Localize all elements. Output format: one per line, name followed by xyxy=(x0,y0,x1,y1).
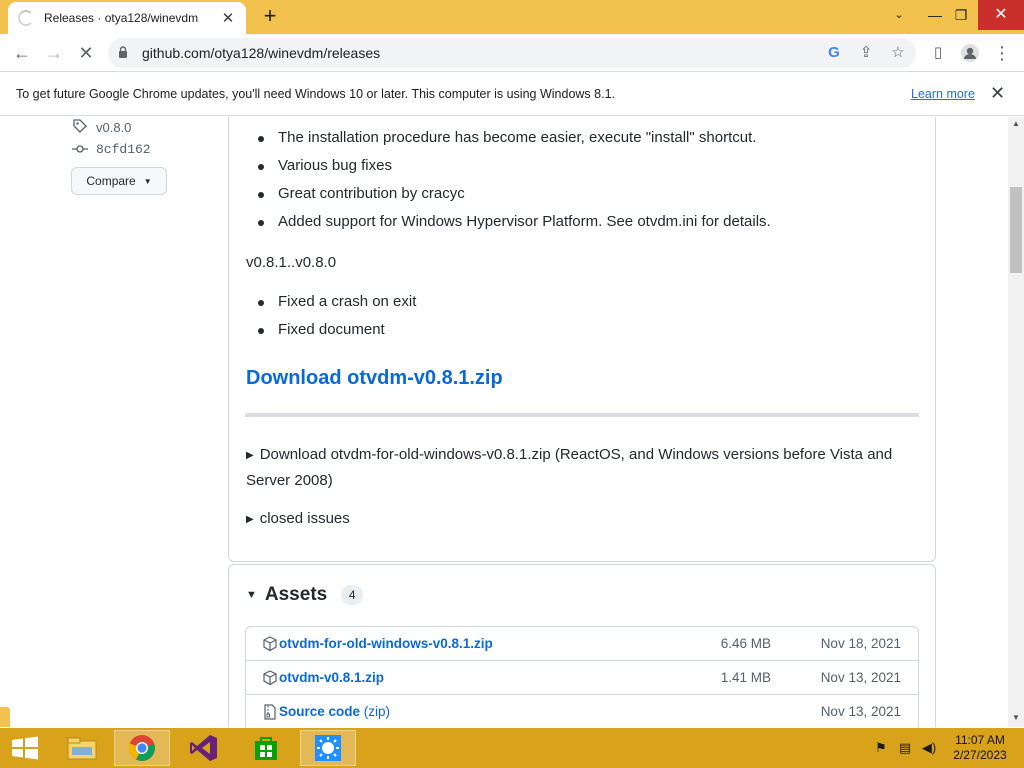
list-item: Great contribution by cracyc xyxy=(258,180,771,208)
learn-more-link[interactable]: Learn more xyxy=(911,87,975,101)
menu-kebab-icon[interactable]: ⋮ xyxy=(988,39,1016,67)
tab-title: Releases · otya128/winevdm xyxy=(44,11,199,25)
assets-title: Assets xyxy=(264,584,328,605)
page-content: v0.8.0 8cfd162 Compare ▼ The installatio… xyxy=(0,117,1008,727)
bookmark-star-icon[interactable]: ☆ xyxy=(888,43,908,63)
tab-close-icon[interactable]: ✕ xyxy=(220,9,236,27)
assets-count-badge: 4 xyxy=(341,585,364,605)
windows-store-icon[interactable] xyxy=(238,730,294,766)
commit-icon xyxy=(72,142,88,157)
list-item: Fixed a crash on exit xyxy=(257,288,416,316)
compare-button[interactable]: Compare ▼ xyxy=(71,167,167,195)
restore-icon[interactable]: ❐ xyxy=(944,0,978,30)
new-tab-icon[interactable]: + xyxy=(258,4,282,28)
triangle-down-icon: ▼ xyxy=(246,589,257,601)
infobar-message: To get future Google Chrome updates, you… xyxy=(16,87,615,101)
old-windows-details[interactable]: ▶ Download otvdm-for-old-windows-v0.8.1.z… xyxy=(246,443,916,493)
table-row[interactable]: otvdm-v0.8.1.zip 1.41 MB Nov 13, 2021 xyxy=(246,661,918,695)
network-icon[interactable]: ▤ xyxy=(896,740,914,756)
list-item: The installation procedure has become ea… xyxy=(258,124,771,152)
package-icon xyxy=(263,636,277,652)
tab-search-icon[interactable]: ⌄ xyxy=(882,0,916,30)
version-range: v0.8.1..v0.8.0 xyxy=(246,254,337,271)
triangle-right-icon: ▶ xyxy=(246,450,254,461)
list-item: Various bug fixes xyxy=(258,152,771,180)
asset-name-main: Source code xyxy=(279,704,361,719)
file-zip-icon xyxy=(264,704,276,720)
table-row[interactable]: Source code (zip) Nov 13, 2021 xyxy=(246,695,918,727)
chrome-icon[interactable] xyxy=(114,730,170,766)
release-notes-list: The installation procedure has become ea… xyxy=(258,124,771,236)
details-summary: Download otvdm-for-old-windows-v0.8.1.zi… xyxy=(246,446,893,489)
url-text: github.com/otya128/winevdm/releases xyxy=(142,45,381,61)
clock-time: 11:07 AM xyxy=(955,733,1005,747)
closed-issues-details[interactable]: ▶ closed issues xyxy=(246,507,916,533)
side-tab-handle[interactable] xyxy=(0,707,10,727)
scroll-up-icon[interactable]: ▲ xyxy=(1008,119,1024,128)
loading-spinner-icon xyxy=(18,10,34,26)
side-panel-icon[interactable]: ▯ xyxy=(924,39,952,67)
release-sidebar: v0.8.0 8cfd162 Compare ▼ xyxy=(0,117,228,727)
tag-icon xyxy=(72,119,88,136)
caret-down-icon: ▼ xyxy=(143,176,152,186)
forward-icon[interactable]: → xyxy=(40,39,68,67)
divider xyxy=(245,413,919,417)
file-explorer-icon[interactable] xyxy=(54,730,110,766)
download-zip-link[interactable]: Download otvdm-v0.8.1.zip xyxy=(246,367,503,390)
address-bar[interactable]: github.com/otya128/winevdm/releases G ⇪ … xyxy=(108,38,916,68)
tag-row[interactable]: v0.8.0 xyxy=(72,119,131,136)
close-window-icon[interactable]: ✕ xyxy=(978,0,1024,30)
update-infobar: To get future Google Chrome updates, you… xyxy=(0,72,1024,116)
asset-size: 6.46 MB xyxy=(720,636,771,651)
infobar-close-icon[interactable]: ✕ xyxy=(990,83,1005,104)
compare-label: Compare xyxy=(86,174,136,188)
asset-date: Nov 13, 2021 xyxy=(820,670,901,685)
package-icon xyxy=(263,670,277,686)
vertical-scrollbar[interactable]: ▲ ▼ xyxy=(1008,117,1024,727)
commit-hash: 8cfd162 xyxy=(96,142,151,157)
windows-start-icon[interactable] xyxy=(10,736,40,760)
list-item: Added support for Windows Hypervisor Pla… xyxy=(258,208,771,236)
browser-tab[interactable]: Releases · otya128/winevdm ✕ xyxy=(8,2,246,34)
share-icon[interactable]: ⇪ xyxy=(856,43,876,63)
browser-title-bar: Releases · otya128/winevdm ✕ + ⌄ — ❐ ✕ xyxy=(0,0,1024,34)
asset-name[interactable]: Source code (zip) xyxy=(279,704,390,719)
scroll-down-icon[interactable]: ▼ xyxy=(1008,713,1024,722)
triangle-right-icon: ▶ xyxy=(246,514,254,525)
asset-date: Nov 13, 2021 xyxy=(820,704,901,719)
back-icon[interactable]: ← xyxy=(8,39,36,67)
asset-name-suffix: (zip) xyxy=(360,704,391,719)
volume-icon[interactable]: ◀) xyxy=(920,740,938,756)
list-item: Fixed document xyxy=(257,316,416,344)
table-row[interactable]: otvdm-for-old-windows-v0.8.1.zip 6.46 MB… xyxy=(246,627,918,661)
assets-header[interactable]: ▼ Assets 4 xyxy=(246,584,364,606)
asset-name[interactable]: otvdm-v0.8.1.zip xyxy=(279,670,384,685)
asset-size: 1.41 MB xyxy=(720,670,771,685)
visual-studio-icon[interactable] xyxy=(176,730,232,766)
stop-icon[interactable]: ✕ xyxy=(72,39,100,67)
details-summary: closed issues xyxy=(259,510,350,527)
lock-icon xyxy=(119,46,127,58)
fixes-list: Fixed a crash on exit Fixed document xyxy=(257,288,416,344)
system-clock[interactable]: 11:07 AM 2/27/2023 xyxy=(948,733,1012,763)
browser-toolbar: ← → ✕ github.com/otya128/winevdm/release… xyxy=(0,34,1024,72)
asset-date: Nov 18, 2021 xyxy=(820,636,901,651)
profile-icon[interactable] xyxy=(956,39,984,67)
tag-label: v0.8.0 xyxy=(96,120,132,135)
commit-row[interactable]: 8cfd162 xyxy=(72,142,151,157)
windows-taskbar: ⚑ ▤ ◀) 11:07 AM 2/27/2023 xyxy=(0,728,1024,768)
asset-name[interactable]: otvdm-for-old-windows-v0.8.1.zip xyxy=(279,636,493,651)
action-center-flag-icon[interactable]: ⚑ xyxy=(872,740,890,756)
clock-date: 2/27/2023 xyxy=(953,748,1007,762)
scrollbar-thumb[interactable] xyxy=(1010,187,1022,273)
asset-list: otvdm-for-old-windows-v0.8.1.zip 6.46 MB… xyxy=(245,626,919,727)
google-icon[interactable]: G xyxy=(824,43,844,63)
app-sun-icon[interactable] xyxy=(300,730,356,766)
